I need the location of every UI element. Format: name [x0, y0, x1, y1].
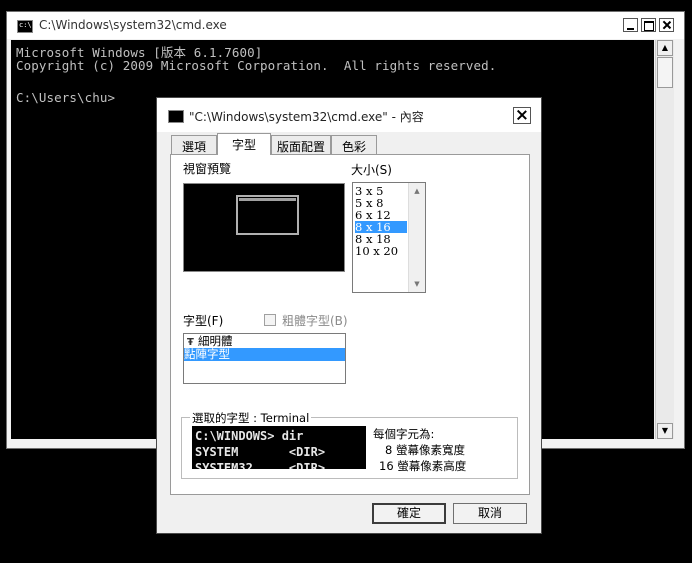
size-listbox[interactable]: 3 x 5 5 x 8 6 x 12 8 x 16 8 x 18 10 x 20…	[352, 182, 426, 293]
size-list-scrollbar[interactable]: ▲ ▼	[408, 183, 425, 292]
console-prompt: C:\Users\chu>	[16, 90, 116, 105]
char-width: 8 螢幕像素寬度	[385, 443, 465, 457]
sample-line: C:\WINDOWS> dir	[195, 429, 304, 443]
console-scrollbar[interactable]: ▲ ▼	[655, 40, 674, 439]
size-label: 大小(S)	[351, 163, 392, 177]
font-tab-panel: 視窗預覽 大小(S) 3 x 5 5 x 8 6 x 12 8 x 16 8 x…	[170, 154, 530, 495]
scroll-down-icon[interactable]: ▼	[409, 276, 425, 292]
maximize-button[interactable]	[641, 18, 656, 32]
font-listbox[interactable]: Ŧ 細明體 點陣字型	[183, 333, 346, 384]
cancel-button[interactable]: 取消	[453, 503, 527, 524]
cmd-window-title: C:\Windows\system32\cmd.exe	[39, 18, 227, 32]
sample-line: SYSTEM32 <DIR>	[195, 461, 326, 469]
font-sample-preview: C:\WINDOWS> dir SYSTEM <DIR> SYSTEM32 <D…	[192, 426, 366, 469]
dialog-close-button[interactable]	[513, 107, 531, 124]
window-preview	[183, 183, 345, 272]
size-option[interactable]: 10 x 20	[355, 245, 407, 257]
console-icon	[168, 110, 184, 123]
tab-layout[interactable]: 版面配置	[271, 135, 331, 154]
tab-colors[interactable]: 色彩	[331, 135, 377, 154]
properties-dialog: "C:\Windows\system32\cmd.exe" - 內容 選項 字型…	[156, 97, 542, 534]
dialog-titlebar[interactable]: "C:\Windows\system32\cmd.exe" - 內容	[157, 98, 541, 132]
sample-line: SYSTEM <DIR>	[195, 445, 326, 459]
preview-window-outline	[236, 195, 299, 235]
window-preview-label: 視窗預覽	[183, 162, 232, 176]
scroll-thumb[interactable]	[657, 57, 673, 88]
selected-font-caption: 選取的字型 : Terminal	[190, 410, 312, 426]
dialog-title: "C:\Windows\system32\cmd.exe" - 內容	[189, 110, 424, 124]
bold-label: 粗體字型(B)	[282, 314, 348, 328]
tab-font[interactable]: 字型	[217, 133, 271, 155]
font-option-label: 細明體	[198, 334, 233, 348]
close-button[interactable]	[659, 18, 674, 32]
minimize-button[interactable]	[623, 18, 638, 32]
tab-options[interactable]: 選項	[171, 135, 217, 154]
scroll-up-icon[interactable]: ▲	[657, 40, 673, 56]
selected-font-group: 選取的字型 : Terminal C:\WINDOWS> dir SYSTEM …	[181, 410, 518, 479]
char-height: 16 螢幕像素高度	[379, 459, 467, 473]
scroll-up-icon[interactable]: ▲	[409, 183, 425, 199]
font-label: 字型(F)	[183, 314, 224, 328]
cmd-titlebar[interactable]: C:\Windows\system32\cmd.exe	[7, 12, 684, 39]
bold-checkbox[interactable]	[264, 314, 276, 326]
scroll-down-icon[interactable]: ▼	[657, 423, 673, 439]
font-option-selected[interactable]: 點陣字型	[184, 348, 345, 361]
char-info-title: 每個字元為:	[373, 427, 435, 441]
ok-button[interactable]: 確定	[372, 503, 446, 524]
console-icon[interactable]	[17, 20, 33, 33]
console-line: Copyright (c) 2009 Microsoft Corporation…	[16, 58, 497, 73]
